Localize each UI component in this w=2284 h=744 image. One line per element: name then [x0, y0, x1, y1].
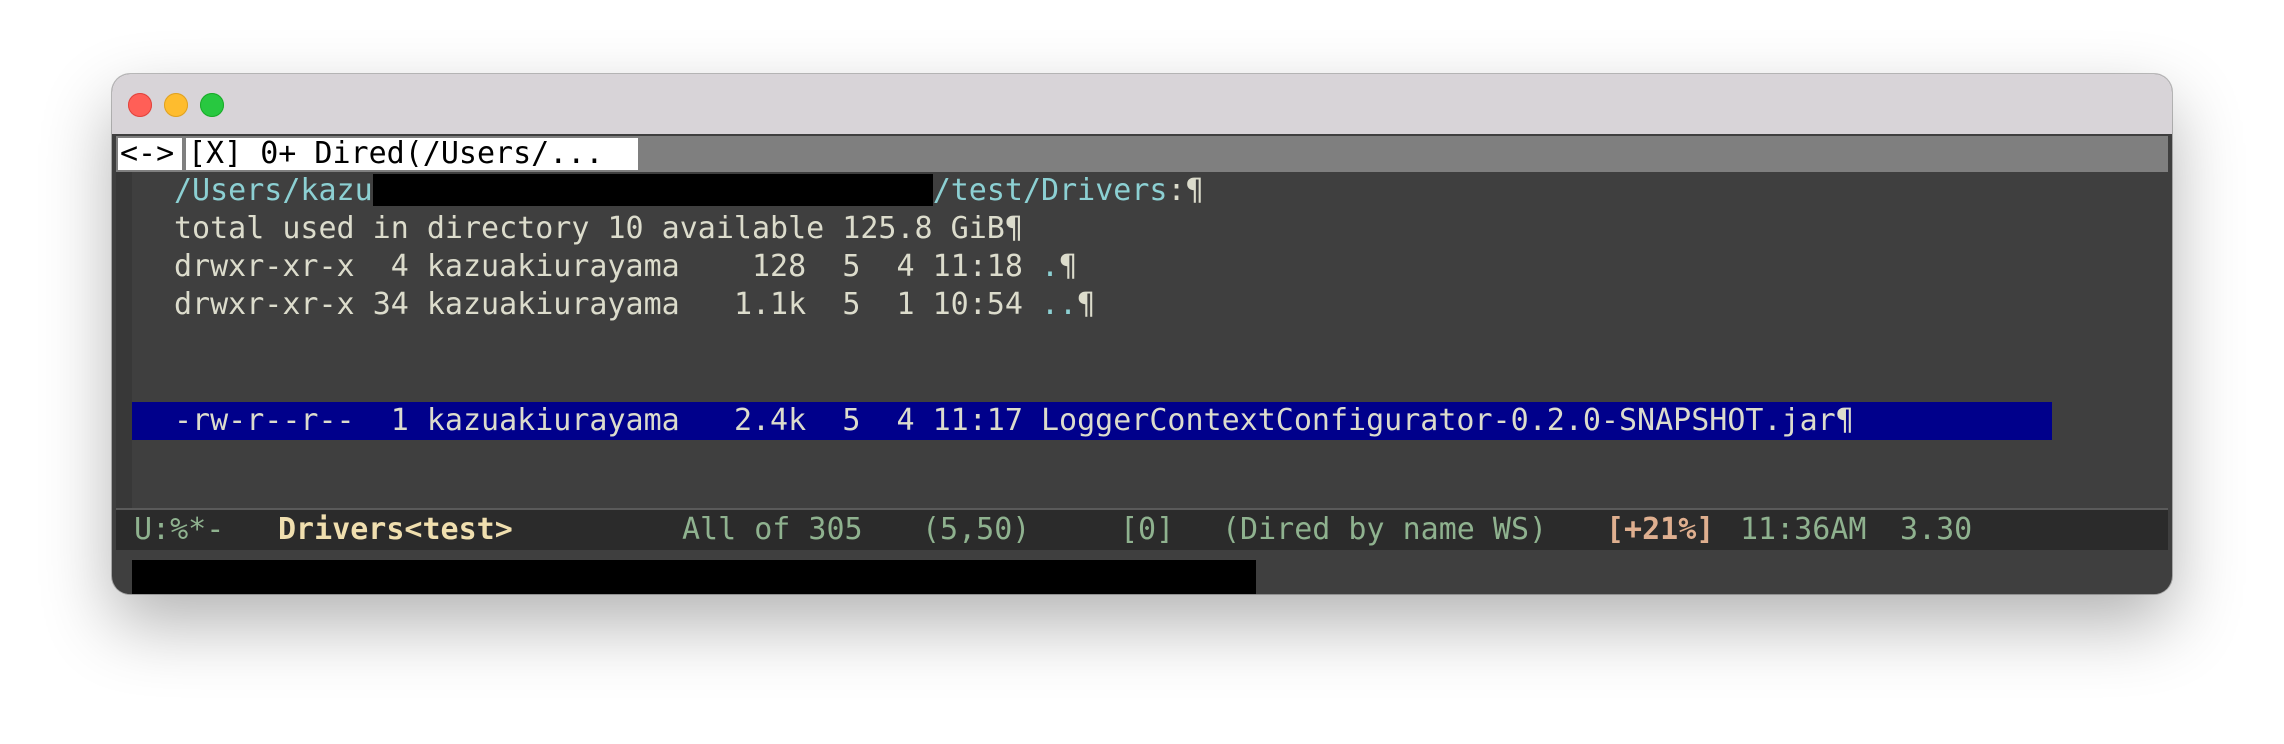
modeline-percent: [+21%] [1606, 512, 1715, 547]
tab-scroll-arrows[interactable]: <-> [118, 138, 182, 170]
entry-month: 5 [842, 249, 861, 284]
pilcrow: ¶ [1835, 403, 1854, 438]
header-path-prefix: /Users/kazu [174, 173, 373, 208]
entry-time: 11:18 [932, 249, 1023, 284]
entry-month: 5 [842, 287, 861, 322]
entry-name[interactable]: .. [1041, 287, 1077, 322]
redacted-echo-text [132, 560, 1256, 594]
dired-buffer[interactable]: /Users/kazu/test/Drivers:¶ total used in… [116, 172, 2168, 508]
modeline-buffer-name[interactable]: Drivers<test> [278, 510, 513, 550]
dired-entry[interactable]: drwxr-xr-x 34 kazuakiurayama 1.1k 5 1 10… [174, 286, 1095, 324]
entry-name[interactable]: . [1041, 249, 1059, 284]
title-bar [112, 74, 2172, 134]
pilcrow: ¶ [1077, 287, 1096, 322]
dired-entry-selected[interactable]: -rw-r--r-- 1 kazuakiurayama 2.4k 5 4 11:… [174, 402, 1854, 440]
entry-owner: kazuakiurayama [426, 249, 680, 284]
modeline-cursor: (5,50) [922, 512, 1031, 547]
modeline-status[interactable]: U:%*- [134, 510, 224, 550]
modeline-time: 11:36AM [1740, 512, 1867, 547]
mode-line: U:%*- Drivers<test> All of 305 (5,50) [0… [116, 508, 2168, 550]
entry-size: 2.4k [733, 403, 807, 438]
entry-month: 5 [842, 403, 861, 438]
left-fringe [116, 172, 132, 508]
entry-time: 10:54 [932, 287, 1023, 322]
modeline-count: [0] [1120, 512, 1175, 547]
header-colon: : [1167, 173, 1186, 208]
total-text: total used in directory 10 available 125… [174, 211, 1005, 246]
emacs-window: <-> [X] 0+ Dired(/Users/... /Users/kazu /… [112, 74, 2172, 594]
entry-time: 11:17 [932, 403, 1023, 438]
entry-owner: kazuakiurayama [426, 287, 680, 322]
entry-links: 34 [372, 287, 409, 322]
pilcrow: ¶ [1185, 173, 1204, 208]
tab-dired[interactable]: [X] 0+ Dired(/Users/... [186, 138, 638, 170]
entry-size: 128 [752, 249, 807, 284]
entry-day: 4 [896, 403, 915, 438]
entry-name[interactable]: LoggerContextConfigurator-0.2.0-SNAPSHOT… [1041, 403, 1836, 438]
redacted-path [372, 174, 933, 206]
pilcrow: ¶ [1059, 249, 1078, 284]
entry-perms: -rw-r--r-- [174, 403, 355, 438]
zoom-button[interactable] [200, 93, 224, 117]
entry-day: 1 [896, 287, 915, 322]
modeline-load: 3.30 [1900, 512, 1973, 547]
entry-day: 4 [896, 249, 915, 284]
entry-owner: kazuakiurayama [426, 403, 680, 438]
pilcrow: ¶ [1004, 211, 1023, 246]
dired-entry[interactable]: drwxr-xr-x 4 kazuakiurayama 128 5 4 11:1… [174, 248, 1077, 286]
entry-size: 1.1k [733, 287, 807, 322]
tab-bar: <-> [X] 0+ Dired(/Users/... [116, 136, 2168, 172]
minimize-button[interactable] [164, 93, 188, 117]
entry-links: 4 [390, 249, 409, 284]
modeline-position: All of 305 [682, 512, 863, 547]
entry-links: 1 [390, 403, 409, 438]
total-line: total used in directory 10 available 125… [174, 210, 1023, 248]
echo-area [116, 550, 2168, 594]
close-button[interactable] [128, 93, 152, 117]
modeline-mode[interactable]: (Dired by name WS) [1222, 510, 1547, 550]
header-path-suffix: /test/Drivers [932, 173, 1168, 208]
entry-perms: drwxr-xr-x [174, 287, 355, 322]
dired-header-line: /Users/kazu/test/Drivers:¶ [174, 172, 1204, 210]
entry-perms: drwxr-xr-x [174, 249, 355, 284]
